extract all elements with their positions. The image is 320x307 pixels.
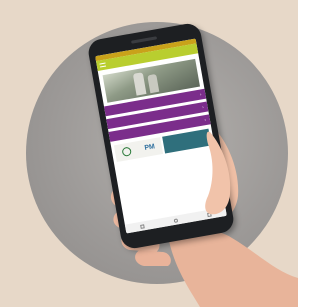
thumb-overlay [205, 131, 231, 215]
scene: › › › PM [0, 0, 298, 307]
